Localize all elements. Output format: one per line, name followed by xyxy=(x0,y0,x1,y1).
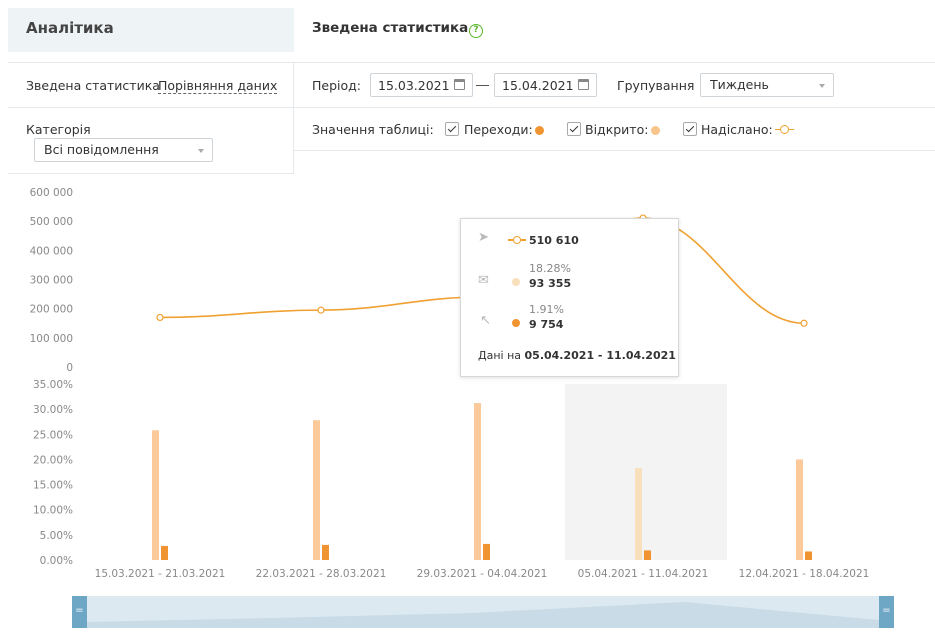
sent-marker xyxy=(508,236,526,244)
bar-y-tick-label: 30.00% xyxy=(33,404,73,416)
date-range-separator xyxy=(476,85,489,86)
bar-y-tick-label: 20.00% xyxy=(33,454,73,466)
clicks-legend-dot xyxy=(535,126,544,135)
clicks-bar xyxy=(483,543,490,560)
chevron-down-icon xyxy=(819,84,825,88)
x-category-label: 22.03.2021 - 28.03.2021 xyxy=(256,568,387,580)
period-label: Період: xyxy=(312,78,361,93)
grouping-select-value: Тиждень xyxy=(710,77,769,92)
grouping-label: Групування xyxy=(617,78,695,93)
x-category-label: 12.04.2021 - 18.04.2021 xyxy=(739,568,870,580)
navigator-left-handle[interactable]: = xyxy=(72,596,87,628)
date-from-value: 15.03.2021 xyxy=(378,78,450,93)
clicks-bar xyxy=(644,550,651,560)
clicks-bar xyxy=(805,551,812,560)
envelope-icon: ✉ xyxy=(478,273,489,288)
line-y-tick-label: 600 000 xyxy=(30,187,73,199)
line-y-tick-label: 300 000 xyxy=(30,275,73,287)
bar-y-tick-label: 15.00% xyxy=(33,480,73,492)
bar-y-tick-label: 25.00% xyxy=(33,429,73,441)
tooltip-sent-value: 510 610 xyxy=(529,234,579,247)
subnav: Зведена статистика Порівняння даних xyxy=(8,62,294,108)
grouping-select[interactable]: Тиждень xyxy=(700,73,834,97)
clicks-checkbox[interactable] xyxy=(445,122,459,136)
sent-data-point xyxy=(800,319,808,327)
page-title: Зведена статистика xyxy=(312,20,469,36)
calendar-icon[interactable] xyxy=(578,79,589,90)
bar-y-tick-label: 10.00% xyxy=(33,505,73,517)
opened-bar xyxy=(313,420,320,560)
bar-y-tick-label: 5.00% xyxy=(40,530,73,542)
filter-row: Період: 15.03.2021 15.04.2021 Групування… xyxy=(294,62,935,108)
bar-y-tick-label: 0.00% xyxy=(40,555,73,567)
tooltip-footer-range: 05.04.2021 - 11.04.2021 xyxy=(524,349,676,362)
x-category-label: 29.03.2021 - 04.04.2021 xyxy=(417,568,548,580)
line-y-tick-label: 500 000 xyxy=(30,216,73,228)
x-category-label: 05.04.2021 - 11.04.2021 xyxy=(578,568,709,580)
opened-legend-dot xyxy=(651,126,660,135)
table-values-label: Значення таблиці: xyxy=(312,122,434,137)
opened-bar xyxy=(152,430,159,560)
line-y-tick-label: 0 xyxy=(66,362,73,374)
navigator-right-handle[interactable]: = xyxy=(879,596,894,628)
sent-legend-marker xyxy=(775,125,794,134)
range-navigator[interactable]: = = xyxy=(72,596,894,628)
bar-y-tick-label: 35.00% xyxy=(33,379,73,391)
clicks-bar xyxy=(161,545,168,560)
help-icon[interactable]: ? xyxy=(469,24,483,38)
tooltip-clicks-pct: 1.91% xyxy=(529,303,564,316)
chart-tooltip: ➤ 510 610 ✉ 18.28% 93 355 ↖ 1.91% 9 754 … xyxy=(460,218,679,377)
cursor-click-icon: ↖ xyxy=(480,313,491,328)
opened-bar xyxy=(474,403,481,560)
date-to-input[interactable]: 15.04.2021 xyxy=(494,73,597,97)
line-y-tick-label: 100 000 xyxy=(30,333,73,345)
tooltip-opened-value: 93 355 xyxy=(529,277,572,290)
x-category-label: 15.03.2021 - 21.03.2021 xyxy=(95,568,226,580)
highlight-band xyxy=(565,384,727,560)
subnav-data-comparison[interactable]: Порівняння даних xyxy=(158,78,278,94)
line-y-tick-label: 400 000 xyxy=(30,245,73,257)
subnav-summary-stats[interactable]: Зведена статистика xyxy=(26,78,160,93)
line-y-tick-label: 200 000 xyxy=(30,304,73,316)
sent-data-point xyxy=(156,313,164,322)
tooltip-footer-prefix: Дані на xyxy=(478,349,522,362)
sidebar-title: Аналітика xyxy=(26,19,114,37)
category-label: Категорія xyxy=(26,122,91,137)
clicks-label: Переходи: xyxy=(464,122,533,137)
opened-marker xyxy=(512,278,520,286)
opened-bar xyxy=(796,459,803,560)
clicks-bar xyxy=(322,544,329,560)
sidebar-header: Аналітика xyxy=(8,8,294,52)
table-values-row: Значення таблиці: Переходи: Відкрито: На… xyxy=(294,109,935,151)
calendar-icon[interactable] xyxy=(454,79,465,90)
send-icon: ➤ xyxy=(478,230,489,245)
date-from-input[interactable]: 15.03.2021 xyxy=(370,73,473,97)
navigator-preview xyxy=(87,602,879,628)
date-to-value: 15.04.2021 xyxy=(502,78,574,93)
sent-data-point xyxy=(317,306,325,314)
clicks-marker xyxy=(512,319,520,327)
sent-checkbox[interactable] xyxy=(683,122,697,136)
tooltip-footer: Дані на 05.04.2021 - 11.04.2021 xyxy=(478,349,676,362)
opened-checkbox[interactable] xyxy=(567,122,581,136)
sent-label: Надіслано: xyxy=(701,122,773,137)
opened-label: Відкрито: xyxy=(585,122,649,137)
tooltip-clicks-value: 9 754 xyxy=(529,318,564,331)
tooltip-opened-pct: 18.28% xyxy=(529,262,571,275)
opened-bar xyxy=(635,468,642,560)
